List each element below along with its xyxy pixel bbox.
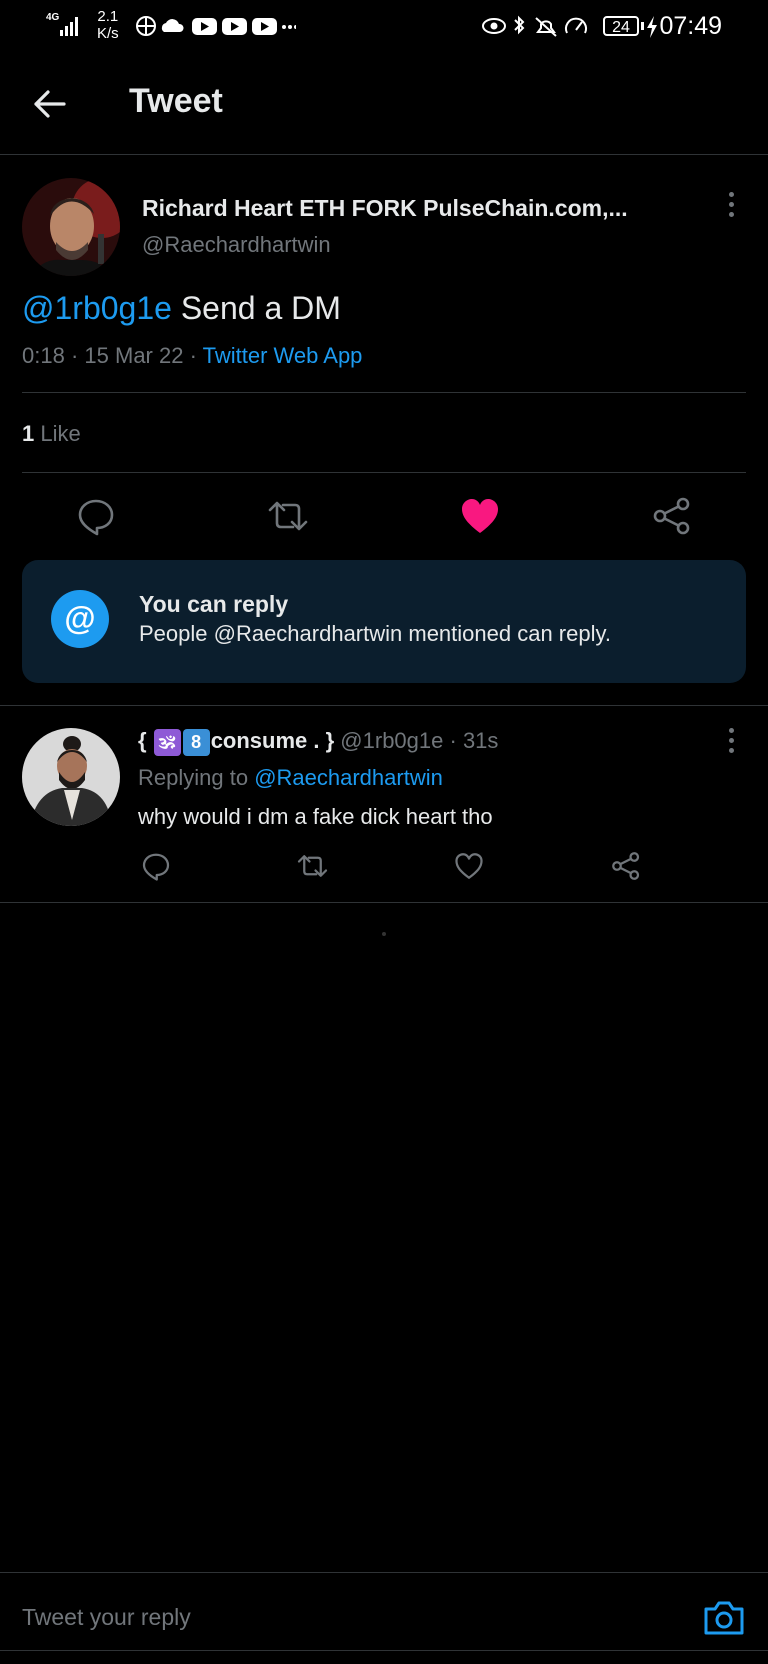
tweet-meta: 0:18 · 15 Mar 22 · Twitter Web App bbox=[22, 343, 362, 369]
like-heart-icon[interactable] bbox=[460, 497, 500, 535]
camera-icon[interactable] bbox=[703, 1597, 745, 1637]
reply-time: · 31s bbox=[449, 728, 499, 753]
reply-reply-icon[interactable] bbox=[141, 851, 171, 881]
reply-retweet-icon[interactable] bbox=[296, 851, 329, 881]
reply-author-name[interactable]: { 🕉 8 consume . } bbox=[138, 728, 334, 756]
more-options-icon[interactable] bbox=[729, 192, 734, 222]
author-name[interactable]: Richard Heart ETH FORK PulseChain.com,..… bbox=[142, 195, 628, 222]
reply-author-line: { 🕉 8 consume . } @1rb0g1e · 31s bbox=[138, 728, 498, 756]
at-mention-icon: @ bbox=[51, 590, 109, 648]
reply-author-avatar[interactable] bbox=[22, 728, 120, 826]
header-divider bbox=[0, 154, 768, 155]
back-arrow-icon[interactable] bbox=[30, 84, 70, 124]
tweet-body: Send a DM bbox=[171, 290, 341, 326]
bottom-divider bbox=[0, 1650, 768, 1651]
reply-more-options-icon[interactable] bbox=[729, 728, 734, 758]
tweet-time: 0:18 bbox=[22, 343, 65, 368]
reply-input[interactable]: Tweet your reply bbox=[22, 1604, 191, 1631]
tweet-divider bbox=[0, 705, 768, 706]
author-handle[interactable]: @Raechardhartwin bbox=[142, 232, 331, 258]
reply-text: why would i dm a fake dick heart tho bbox=[138, 804, 493, 829]
keycap-eight-emoji: 8 bbox=[182, 728, 210, 756]
reply-share-icon[interactable] bbox=[611, 851, 641, 881]
reply-restriction-notice: @ You can reply People @Raechardhartwin … bbox=[22, 560, 746, 683]
tweet-mention-link[interactable]: @1rb0g1e bbox=[22, 290, 172, 326]
reply-divider bbox=[0, 902, 768, 903]
notice-subtitle: People @Raechardhartwin mentioned can re… bbox=[139, 621, 611, 646]
battery-indicator: 24 bbox=[603, 16, 639, 36]
network-speed: 2.1 K/s bbox=[97, 8, 119, 42]
retweet-icon[interactable] bbox=[266, 496, 310, 536]
like-count[interactable]: 1 Like bbox=[22, 421, 81, 447]
battery-tip bbox=[641, 22, 644, 30]
meta-separator: · bbox=[70, 343, 79, 368]
page-title: Tweet bbox=[129, 82, 223, 120]
reply-like-icon[interactable] bbox=[454, 852, 484, 880]
liked-heart-shape bbox=[462, 499, 498, 533]
stats-divider bbox=[22, 472, 746, 473]
tweet-source-link[interactable]: Twitter Web App bbox=[203, 343, 363, 368]
tweet-text: @1rb0g1e Send a DM bbox=[22, 290, 341, 327]
system-status-icons bbox=[482, 14, 600, 38]
reply-icon[interactable] bbox=[76, 496, 116, 536]
om-emoji-icon: 🕉 bbox=[153, 728, 181, 756]
author-avatar[interactable] bbox=[22, 178, 120, 276]
loading-indicator bbox=[382, 932, 386, 936]
composer-divider bbox=[0, 1572, 768, 1573]
meta-separator: · bbox=[189, 343, 197, 368]
reply-author-handle[interactable]: @1rb0g1e bbox=[340, 728, 443, 753]
notice-title: You can reply bbox=[139, 591, 289, 617]
tweet-date: 15 Mar 22 bbox=[84, 343, 184, 368]
share-icon[interactable] bbox=[652, 496, 692, 536]
replying-to: Replying to @Raechardhartwin bbox=[138, 765, 443, 790]
status-time: 07:49 bbox=[659, 12, 722, 40]
app-notification-icons bbox=[136, 14, 296, 38]
meta-divider bbox=[22, 392, 746, 393]
charging-icon bbox=[646, 16, 658, 38]
replying-to-handle-link[interactable]: @Raechardhartwin bbox=[254, 765, 443, 790]
status-bar: 4G 2.1 K/s 24 07:49 bbox=[46, 8, 722, 42]
